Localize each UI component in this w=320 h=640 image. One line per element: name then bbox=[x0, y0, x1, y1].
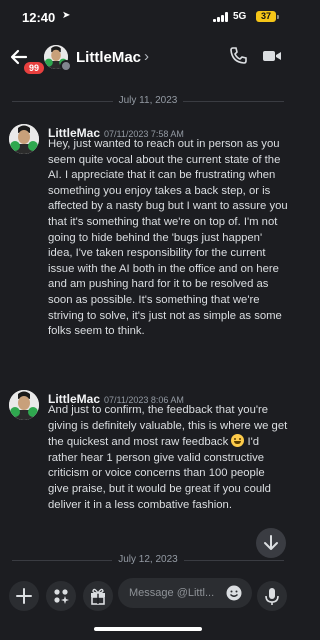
dm-header: 99 LittleMac › bbox=[0, 36, 296, 86]
location-arrow-icon: ➤ bbox=[62, 10, 71, 21]
message-text: And just to confirm, the feedback that y… bbox=[48, 403, 288, 513]
avatar[interactable] bbox=[9, 390, 39, 420]
avatar[interactable] bbox=[9, 124, 39, 154]
grinning-face-icon bbox=[231, 434, 245, 448]
date-divider-label: July 12, 2023 bbox=[112, 554, 184, 565]
call-button[interactable] bbox=[228, 46, 248, 66]
message-text: Hey, just wanted to reach out in person … bbox=[48, 138, 288, 338]
date-divider-label: July 11, 2023 bbox=[112, 95, 184, 106]
chevron-right-icon[interactable]: › bbox=[144, 48, 149, 65]
unread-badge: 99 bbox=[22, 60, 47, 76]
apps-icon bbox=[54, 589, 69, 604]
signal-icon bbox=[213, 12, 230, 22]
emoji-button[interactable] bbox=[226, 585, 242, 601]
plus-icon bbox=[16, 588, 32, 604]
smiley-icon bbox=[226, 585, 242, 601]
phone-icon bbox=[230, 47, 247, 64]
message-input-placeholder: Message @Littl... bbox=[129, 587, 215, 599]
jump-to-latest-button[interactable] bbox=[256, 528, 286, 558]
gift-icon bbox=[91, 588, 105, 605]
date-divider: July 11, 2023 bbox=[12, 93, 284, 109]
home-indicator[interactable] bbox=[94, 627, 202, 631]
video-camera-icon bbox=[263, 51, 281, 61]
dm-username[interactable]: LittleMac bbox=[76, 49, 141, 66]
clock: 12:40 bbox=[22, 10, 56, 25]
apps-button[interactable] bbox=[46, 581, 76, 611]
status-indicator bbox=[60, 60, 72, 72]
video-call-button[interactable] bbox=[262, 46, 282, 66]
message-input[interactable]: Message @Littl... bbox=[118, 578, 252, 608]
voice-message-button[interactable] bbox=[257, 581, 287, 611]
date-divider: July 12, 2023 bbox=[12, 552, 284, 568]
network-type: 5G bbox=[233, 11, 247, 22]
gift-button[interactable] bbox=[83, 581, 113, 611]
microphone-icon bbox=[265, 588, 279, 605]
attach-button[interactable] bbox=[9, 581, 39, 611]
battery-icon: 37 bbox=[256, 11, 279, 22]
status-bar: 12:40 ➤ 5G 37 bbox=[0, 0, 296, 36]
arrow-down-icon bbox=[264, 535, 278, 550]
